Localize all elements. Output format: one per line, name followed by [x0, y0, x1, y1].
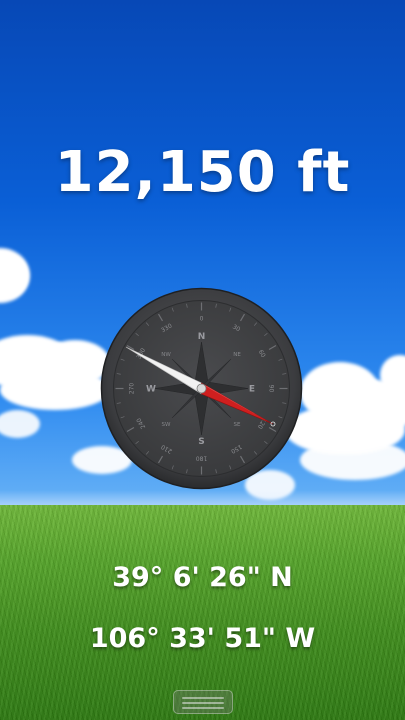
compass-dial: 0306090120150180210240270300330 N E S W … [100, 287, 303, 490]
cardinal-east: E [249, 385, 255, 395]
intercardinal-se: SE [234, 422, 241, 428]
altitude-readout: 12,150 ft [54, 140, 351, 205]
intercardinal-sw: SW [162, 422, 171, 428]
cardinal-south: S [198, 437, 204, 447]
compass[interactable]: 0 30 60 90 120 150 180 210 240 270 300 330 N E S W … [100, 287, 303, 490]
cardinal-west: W [146, 385, 156, 395]
degree-label: 90 [268, 385, 275, 393]
intercardinal-nw: NW [161, 352, 171, 358]
degree-label: 0 [200, 316, 204, 323]
grass-field [0, 505, 405, 720]
degree-label: 270 [129, 383, 136, 395]
longitude-readout: 106° 33' 51" W [89, 623, 316, 654]
latitude-readout: 39° 6' 26" N [112, 562, 293, 593]
app-screen: 12,150 ft 0 30 60 90 120 150 180 210 240 270 300 33… [0, 0, 405, 720]
cardinal-north: N [198, 332, 206, 342]
drawer-handle[interactable] [173, 690, 233, 714]
degree-label: 180 [196, 455, 208, 462]
intercardinal-ne: NE [233, 352, 241, 358]
